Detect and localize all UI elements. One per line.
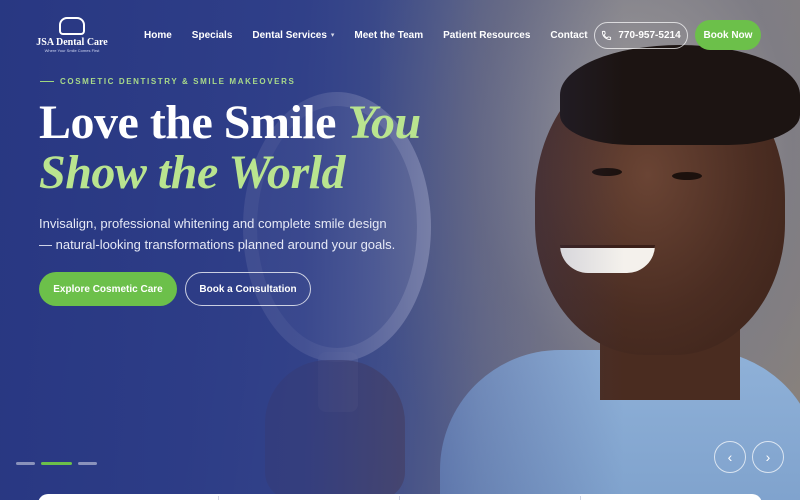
logo-tagline: Where Your Smile Comes First (44, 48, 100, 53)
info-bar-divider (218, 496, 219, 500)
info-bar-divider (399, 496, 400, 500)
book-consultation-button[interactable]: Book a Consultation (185, 272, 311, 306)
book-now-button[interactable]: Book Now (695, 20, 761, 50)
nav-item-home[interactable]: Home (144, 30, 172, 41)
tooth-logo-icon (59, 17, 85, 35)
nav-item-label: Patient Resources (443, 29, 531, 41)
slide-dot[interactable] (16, 462, 35, 465)
nav-item-specials[interactable]: Specials (192, 30, 233, 41)
slider-next-button[interactable]: › (752, 441, 784, 473)
logo-name: JSA Dental Care (36, 37, 108, 48)
nav-item-label: Home (144, 29, 172, 41)
nav-item-label: Contact (550, 29, 588, 41)
nav-item-meet-the-team[interactable]: Meet the Team (354, 30, 423, 41)
main-nav: Home Specials Dental Services ▾ Meet the … (144, 30, 588, 41)
info-bar-divider (580, 496, 581, 500)
nav-item-label: Meet the Team (354, 29, 424, 41)
phone-number: 770-957-5214 (618, 30, 681, 41)
explore-cosmetic-care-button[interactable]: Explore Cosmetic Care (39, 272, 177, 306)
slide-dot[interactable] (78, 462, 97, 465)
nav-item-dental-services[interactable]: Dental Services ▾ (252, 30, 334, 41)
phone-button[interactable]: 770-957-5214 (594, 22, 688, 49)
chevron-right-icon: › (765, 449, 771, 465)
slider-pagination (16, 462, 97, 465)
slide-dot-active[interactable] (41, 462, 72, 465)
hero-subtext: Invisalign, professional whitening and c… (39, 216, 396, 252)
chevron-down-icon: ▾ (330, 32, 335, 39)
headline-plain: Love the Smile (39, 96, 336, 149)
info-bar (38, 494, 762, 500)
site-logo[interactable]: JSA Dental Care Where Your Smile Comes F… (36, 17, 108, 53)
nav-item-patient-resources[interactable]: Patient Resources (443, 30, 530, 41)
hero-eyebrow: COSMETIC DENTISTRY & SMILE MAKEOVERS (40, 77, 295, 86)
nav-item-label: Specials (191, 29, 233, 41)
hero-headline: Love the Smile You Show the World (39, 98, 459, 198)
eyebrow-line (40, 81, 54, 82)
slider-prev-button[interactable]: ‹ (714, 441, 746, 473)
nav-item-label: Dental Services (252, 29, 327, 41)
phone-icon (602, 30, 612, 41)
eyebrow-text: COSMETIC DENTISTRY & SMILE MAKEOVERS (60, 77, 296, 86)
hero-section: JSA Dental Care Where Your Smile Comes F… (0, 0, 800, 500)
nav-item-contact[interactable]: Contact (550, 30, 587, 41)
chevron-left-icon: ‹ (727, 449, 733, 465)
